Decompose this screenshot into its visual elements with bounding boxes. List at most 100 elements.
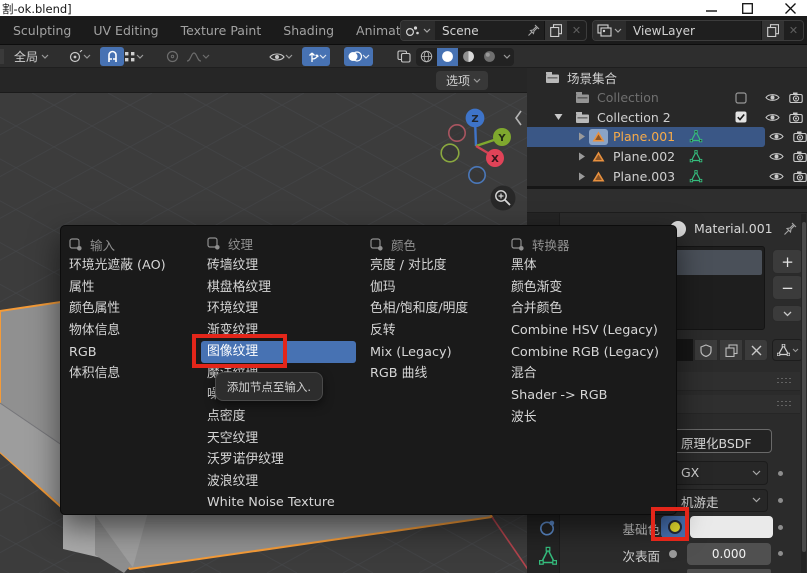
menu-item-棋盘格纹理[interactable]: 棋盘格纹理 — [201, 277, 356, 299]
menu-item-rgb-曲线[interactable]: RGB 曲线 — [364, 363, 497, 385]
menu-item-亮度-对比度[interactable]: 亮度 / 对比度 — [364, 255, 497, 277]
menu-item-反转[interactable]: 反转 — [364, 320, 497, 342]
minimize-button[interactable] — [700, 2, 722, 14]
hide-viewport-icon[interactable] — [765, 92, 780, 103]
outliner-row--[interactable]: 场景集合 — [527, 68, 807, 88]
tab-uv-editing[interactable]: UV Editing — [82, 16, 169, 45]
visibility-dropdown[interactable] — [266, 47, 296, 66]
axis-minus-y[interactable] — [441, 144, 459, 162]
fake-user-button[interactable] — [694, 339, 718, 361]
checkbox-checked-icon[interactable] — [735, 111, 747, 123]
menu-item-黑体[interactable]: 黑体 — [505, 255, 662, 277]
properties-scrollbar[interactable] — [801, 214, 806, 573]
sidebar-collapse-arrow[interactable] — [516, 111, 521, 125]
breadcrumb-pin-button[interactable] — [783, 222, 797, 236]
menu-item-环境光遮蔽-ao-[interactable]: 环境光遮蔽 (AO) — [63, 255, 193, 277]
outliner-row-plane-001[interactable]: Plane.001 — [527, 127, 807, 147]
menu-item-伽玛[interactable]: 伽玛 — [364, 277, 497, 299]
tab-texture-paint[interactable]: Texture Paint — [170, 16, 273, 45]
hide-viewport-icon[interactable] — [765, 112, 780, 123]
shading-solid-button[interactable] — [437, 48, 458, 66]
hide-viewport-icon[interactable] — [769, 171, 784, 182]
menu-item-rgb[interactable]: RGB — [63, 342, 193, 364]
zoom-button[interactable] — [491, 186, 516, 211]
menu-item-颜色渐变[interactable]: 颜色渐变 — [505, 277, 662, 299]
snap-target-dropdown[interactable] — [121, 47, 147, 66]
disclosure-down-icon[interactable] — [554, 113, 563, 121]
menu-item-属性[interactable]: 属性 — [63, 277, 193, 299]
menu-item-物体信息[interactable]: 物体信息 — [63, 320, 193, 342]
hide-viewport-icon[interactable] — [769, 131, 784, 142]
close-button[interactable] — [779, 2, 801, 14]
link-material-dropdown[interactable] — [772, 339, 803, 361]
transform-orientation-dropdown[interactable]: 全局 — [8, 47, 52, 66]
maximize-button[interactable] — [736, 2, 758, 14]
viewlayer-selector[interactable]: ViewLayer ✕ — [592, 20, 804, 41]
scene-pin-button[interactable] — [523, 21, 544, 40]
outliner-row-plane-002[interactable]: Plane.002 — [527, 147, 807, 167]
pivot-point-dropdown[interactable] — [65, 47, 94, 66]
hide-viewport-icon[interactable] — [769, 151, 784, 162]
menu-item-combine-rgb-legacy-[interactable]: Combine RGB (Legacy) — [505, 342, 662, 364]
scene-icon-dropdown[interactable] — [401, 21, 435, 40]
decorator-dot[interactable] — [778, 525, 783, 530]
proportional-edit-button[interactable] — [158, 47, 186, 66]
gizmos-dropdown[interactable] — [302, 47, 330, 66]
axis-minus-x[interactable] — [449, 125, 465, 141]
disable-render-icon[interactable] — [793, 131, 807, 142]
viewlayer-icon-dropdown[interactable] — [593, 21, 626, 40]
menu-item-combine-hsv-legacy-[interactable]: Combine HSV (Legacy) — [505, 320, 662, 342]
menu-item-颜色属性[interactable]: 颜色属性 — [63, 298, 193, 320]
tab-shading[interactable]: Shading — [272, 16, 345, 45]
menu-item-体积信息[interactable]: 体积信息 — [63, 363, 193, 385]
panel-drag-grip[interactable] — [777, 378, 792, 385]
viewlayer-new-button[interactable] — [761, 21, 784, 40]
disable-render-icon[interactable] — [789, 112, 803, 123]
outliner-row-plane-003[interactable]: Plane.003 — [527, 166, 807, 186]
disable-render-icon[interactable] — [789, 92, 803, 103]
decorator-dot[interactable] — [778, 471, 783, 476]
disclosure-right-icon[interactable] — [578, 132, 586, 141]
tab-object-data[interactable] — [538, 546, 558, 567]
menu-item-white-noise-texture[interactable]: White Noise Texture — [201, 492, 356, 514]
menu-item-mix-legacy-[interactable]: Mix (Legacy) — [364, 342, 497, 364]
disable-render-icon[interactable] — [793, 151, 807, 162]
outliner-row-collection-2[interactable]: Collection 2 — [527, 107, 807, 127]
slot-specials-dropdown[interactable] — [772, 305, 803, 322]
disable-render-icon[interactable] — [793, 171, 807, 182]
menu-item-环境纹理[interactable]: 环境纹理 — [201, 298, 356, 320]
menu-item-点密度[interactable]: 点密度 — [201, 406, 356, 428]
axis-gizmo[interactable]: Z Y X — [441, 109, 511, 184]
menu-item-波长[interactable]: 波长 — [505, 407, 662, 429]
scrollbar-thumb[interactable] — [802, 222, 806, 552]
slot-remove-button[interactable]: − — [772, 275, 803, 300]
axis-minus-z[interactable] — [469, 167, 485, 183]
viewport-options-dropdown[interactable]: 选项 — [436, 71, 488, 90]
decorator-dot[interactable] — [778, 498, 783, 503]
slot-add-button[interactable]: + — [772, 249, 803, 274]
collection-checkbox[interactable] — [735, 111, 747, 123]
menu-item-合并颜色[interactable]: 合并颜色 — [505, 298, 662, 320]
collection-checkbox[interactable] — [735, 92, 747, 104]
overlays-dropdown[interactable] — [344, 47, 373, 66]
checkbox-empty-icon[interactable] — [735, 92, 747, 104]
scene-unlink-button[interactable]: ✕ — [567, 21, 586, 40]
menu-item-混合[interactable]: 混合 — [505, 363, 662, 385]
disclosure-right-icon[interactable] — [578, 172, 586, 181]
shading-wireframe-button[interactable] — [416, 48, 437, 66]
unlink-material-button[interactable] — [744, 339, 768, 361]
scene-selector[interactable]: Scene ✕ — [400, 20, 587, 41]
menu-item-色相-饱和度-明度[interactable]: 色相/饱和度/明度 — [364, 298, 497, 320]
base-color-swatch[interactable] — [690, 516, 773, 538]
menu-item-沃罗诺伊纹理[interactable]: 沃罗诺伊纹理 — [201, 449, 356, 471]
shading-rendered-button[interactable] — [479, 48, 500, 66]
scene-new-button[interactable] — [544, 21, 567, 40]
xray-toggle-button[interactable] — [390, 47, 418, 66]
disclosure-right-icon[interactable] — [578, 152, 586, 161]
decorator-dot[interactable] — [778, 551, 783, 556]
outliner-row-collection[interactable]: Collection — [527, 88, 807, 108]
subsurface-socket-button[interactable] — [661, 543, 685, 565]
new-material-button[interactable] — [719, 339, 743, 361]
menu-item-砖墙纹理[interactable]: 砖墙纹理 — [201, 255, 356, 277]
menu-item-shader-rgb[interactable]: Shader -> RGB — [505, 385, 662, 407]
